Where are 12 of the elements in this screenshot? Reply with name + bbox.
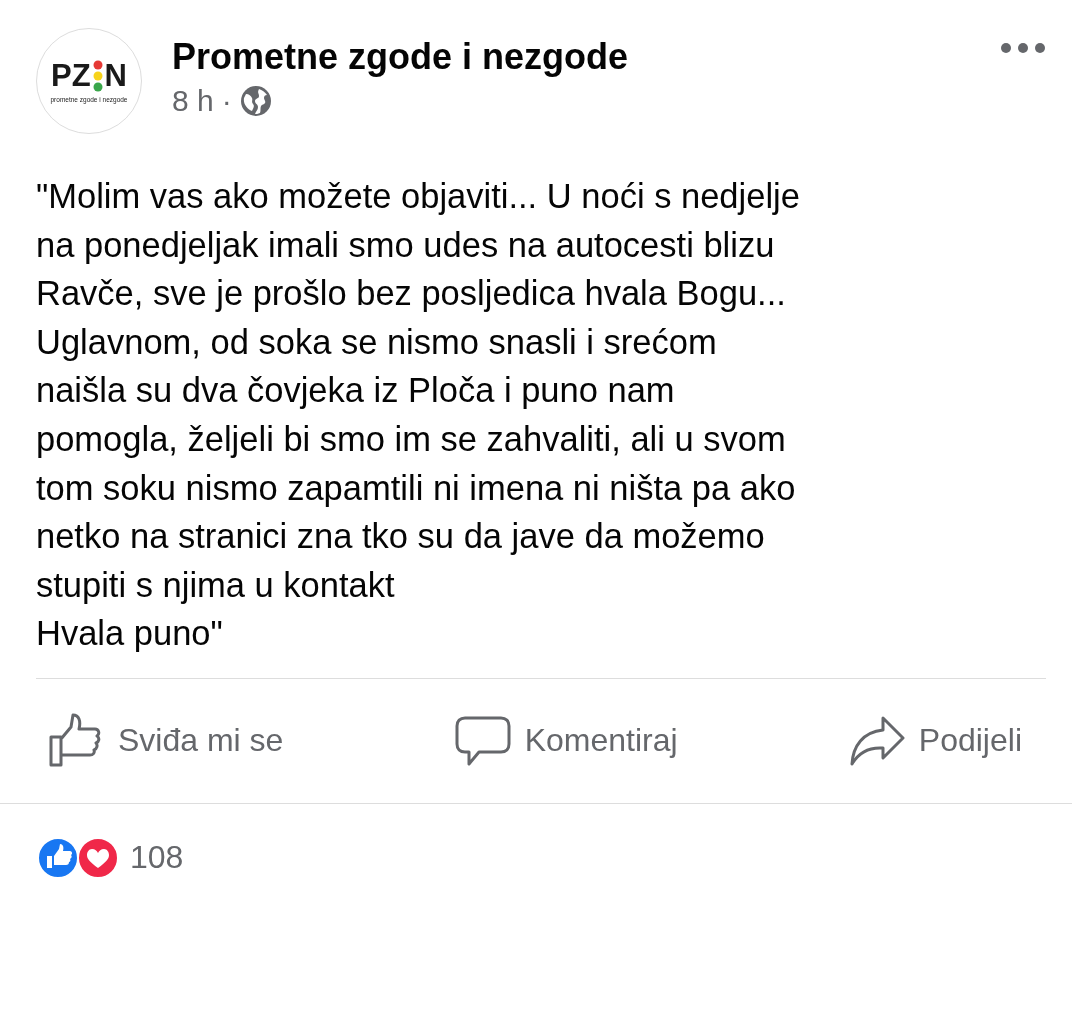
like-button[interactable]: Sviđa mi se	[48, 712, 284, 769]
comment-button[interactable]: Komentiraj	[454, 715, 678, 766]
page-name[interactable]: Prometne zgode i nezgode	[172, 36, 970, 78]
comment-icon	[454, 715, 511, 766]
more-options-icon[interactable]	[1000, 42, 1046, 54]
separator-dot: ·	[221, 84, 232, 118]
post-text: "Molim vas ako možete objaviti... U noći s nedjelje na ponedjeljak imali smo udes na autocesti blizu Ravče, sve je prošlo bez posljedica hvala Bogu... Uglavnom, od soka se nismo snasli i srećom naišla su dva čovjeka iz Ploča i puno nam pomogla, željeli bi smo im se zahvaliti, ali u svom tom soku nismo zapamtili ni imena ni ništa pa ako netko na stranici zna tko su da jave da možemo stupiti s njima u kontakt Hvala puno"	[35, 176, 801, 655]
reaction-count[interactable]: 108	[130, 839, 184, 877]
share-button[interactable]: Podijeli	[848, 715, 1022, 766]
post-time[interactable]: 8 h	[172, 84, 214, 118]
share-arrow-icon	[848, 715, 905, 766]
globe-icon	[239, 85, 272, 117]
